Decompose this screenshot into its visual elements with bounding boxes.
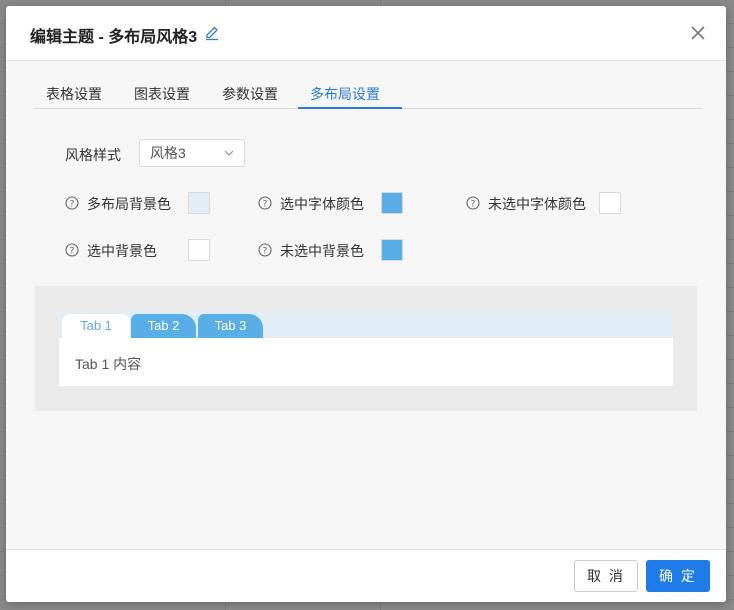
help-icon[interactable]: ?: [65, 196, 79, 210]
help-icon[interactable]: ?: [258, 196, 272, 210]
confirm-button[interactable]: 确 定: [646, 560, 710, 592]
svg-text:?: ?: [471, 200, 476, 210]
cancel-button[interactable]: 取 消: [574, 560, 638, 592]
tab-param-settings[interactable]: 参数设置: [210, 84, 290, 109]
color-label-unselected-font: 未选中字体颜色: [488, 196, 586, 212]
style-select[interactable]: 风格3: [139, 139, 245, 167]
help-icon[interactable]: ?: [466, 196, 480, 210]
preview-tab-2[interactable]: Tab 2: [131, 314, 196, 338]
svg-text:?: ?: [70, 247, 75, 257]
swatch-unselected-font[interactable]: [599, 192, 621, 214]
preview-content-text: Tab 1 内容: [75, 356, 142, 372]
style-select-value: 风格3: [150, 145, 186, 161]
swatch-selected-bg[interactable]: [188, 239, 210, 261]
dialog-footer: 取 消 确 定: [6, 549, 726, 602]
preview-tab-1[interactable]: Tab 1: [62, 314, 130, 338]
chevron-down-icon: [224, 150, 234, 156]
swatch-layout-bg[interactable]: [188, 192, 210, 214]
help-icon[interactable]: ?: [65, 243, 79, 257]
svg-text:?: ?: [263, 200, 268, 210]
swatch-selected-font[interactable]: [381, 192, 403, 214]
color-label-selected-bg: 选中背景色: [87, 243, 157, 259]
tab-table-settings[interactable]: 表格设置: [34, 84, 114, 109]
svg-text:?: ?: [263, 247, 268, 257]
preview-content: Tab 1 内容: [59, 338, 673, 386]
settings-tabs: 表格设置 图表设置 参数设置 多布局设置: [34, 84, 702, 109]
color-label-unselected-bg: 未选中背景色: [280, 243, 364, 259]
tab-multi-layout-settings[interactable]: 多布局设置: [298, 84, 402, 109]
color-label-selected-font: 选中字体颜色: [280, 196, 364, 212]
pencil-icon[interactable]: [204, 25, 220, 41]
layout-preview: Tab 1 Tab 2 Tab 3 Tab 1 内容: [35, 286, 697, 411]
tab-chart-settings[interactable]: 图表设置: [122, 84, 202, 109]
color-label-layout-bg: 多布局背景色: [87, 196, 171, 212]
preview-tab-3[interactable]: Tab 3: [198, 314, 263, 338]
edit-theme-dialog: 编辑主题 - 多布局风格3 表格设置 图表设置 参数设置 多布局设置 风格样式 …: [6, 6, 726, 602]
style-label: 风格样式: [65, 147, 121, 163]
close-icon[interactable]: [688, 23, 708, 43]
dialog-header: 编辑主题 - 多布局风格3: [6, 6, 726, 61]
help-icon[interactable]: ?: [258, 243, 272, 257]
svg-text:?: ?: [70, 200, 75, 210]
dialog-title: 编辑主题 - 多布局风格3: [30, 29, 198, 46]
swatch-unselected-bg[interactable]: [381, 239, 403, 261]
